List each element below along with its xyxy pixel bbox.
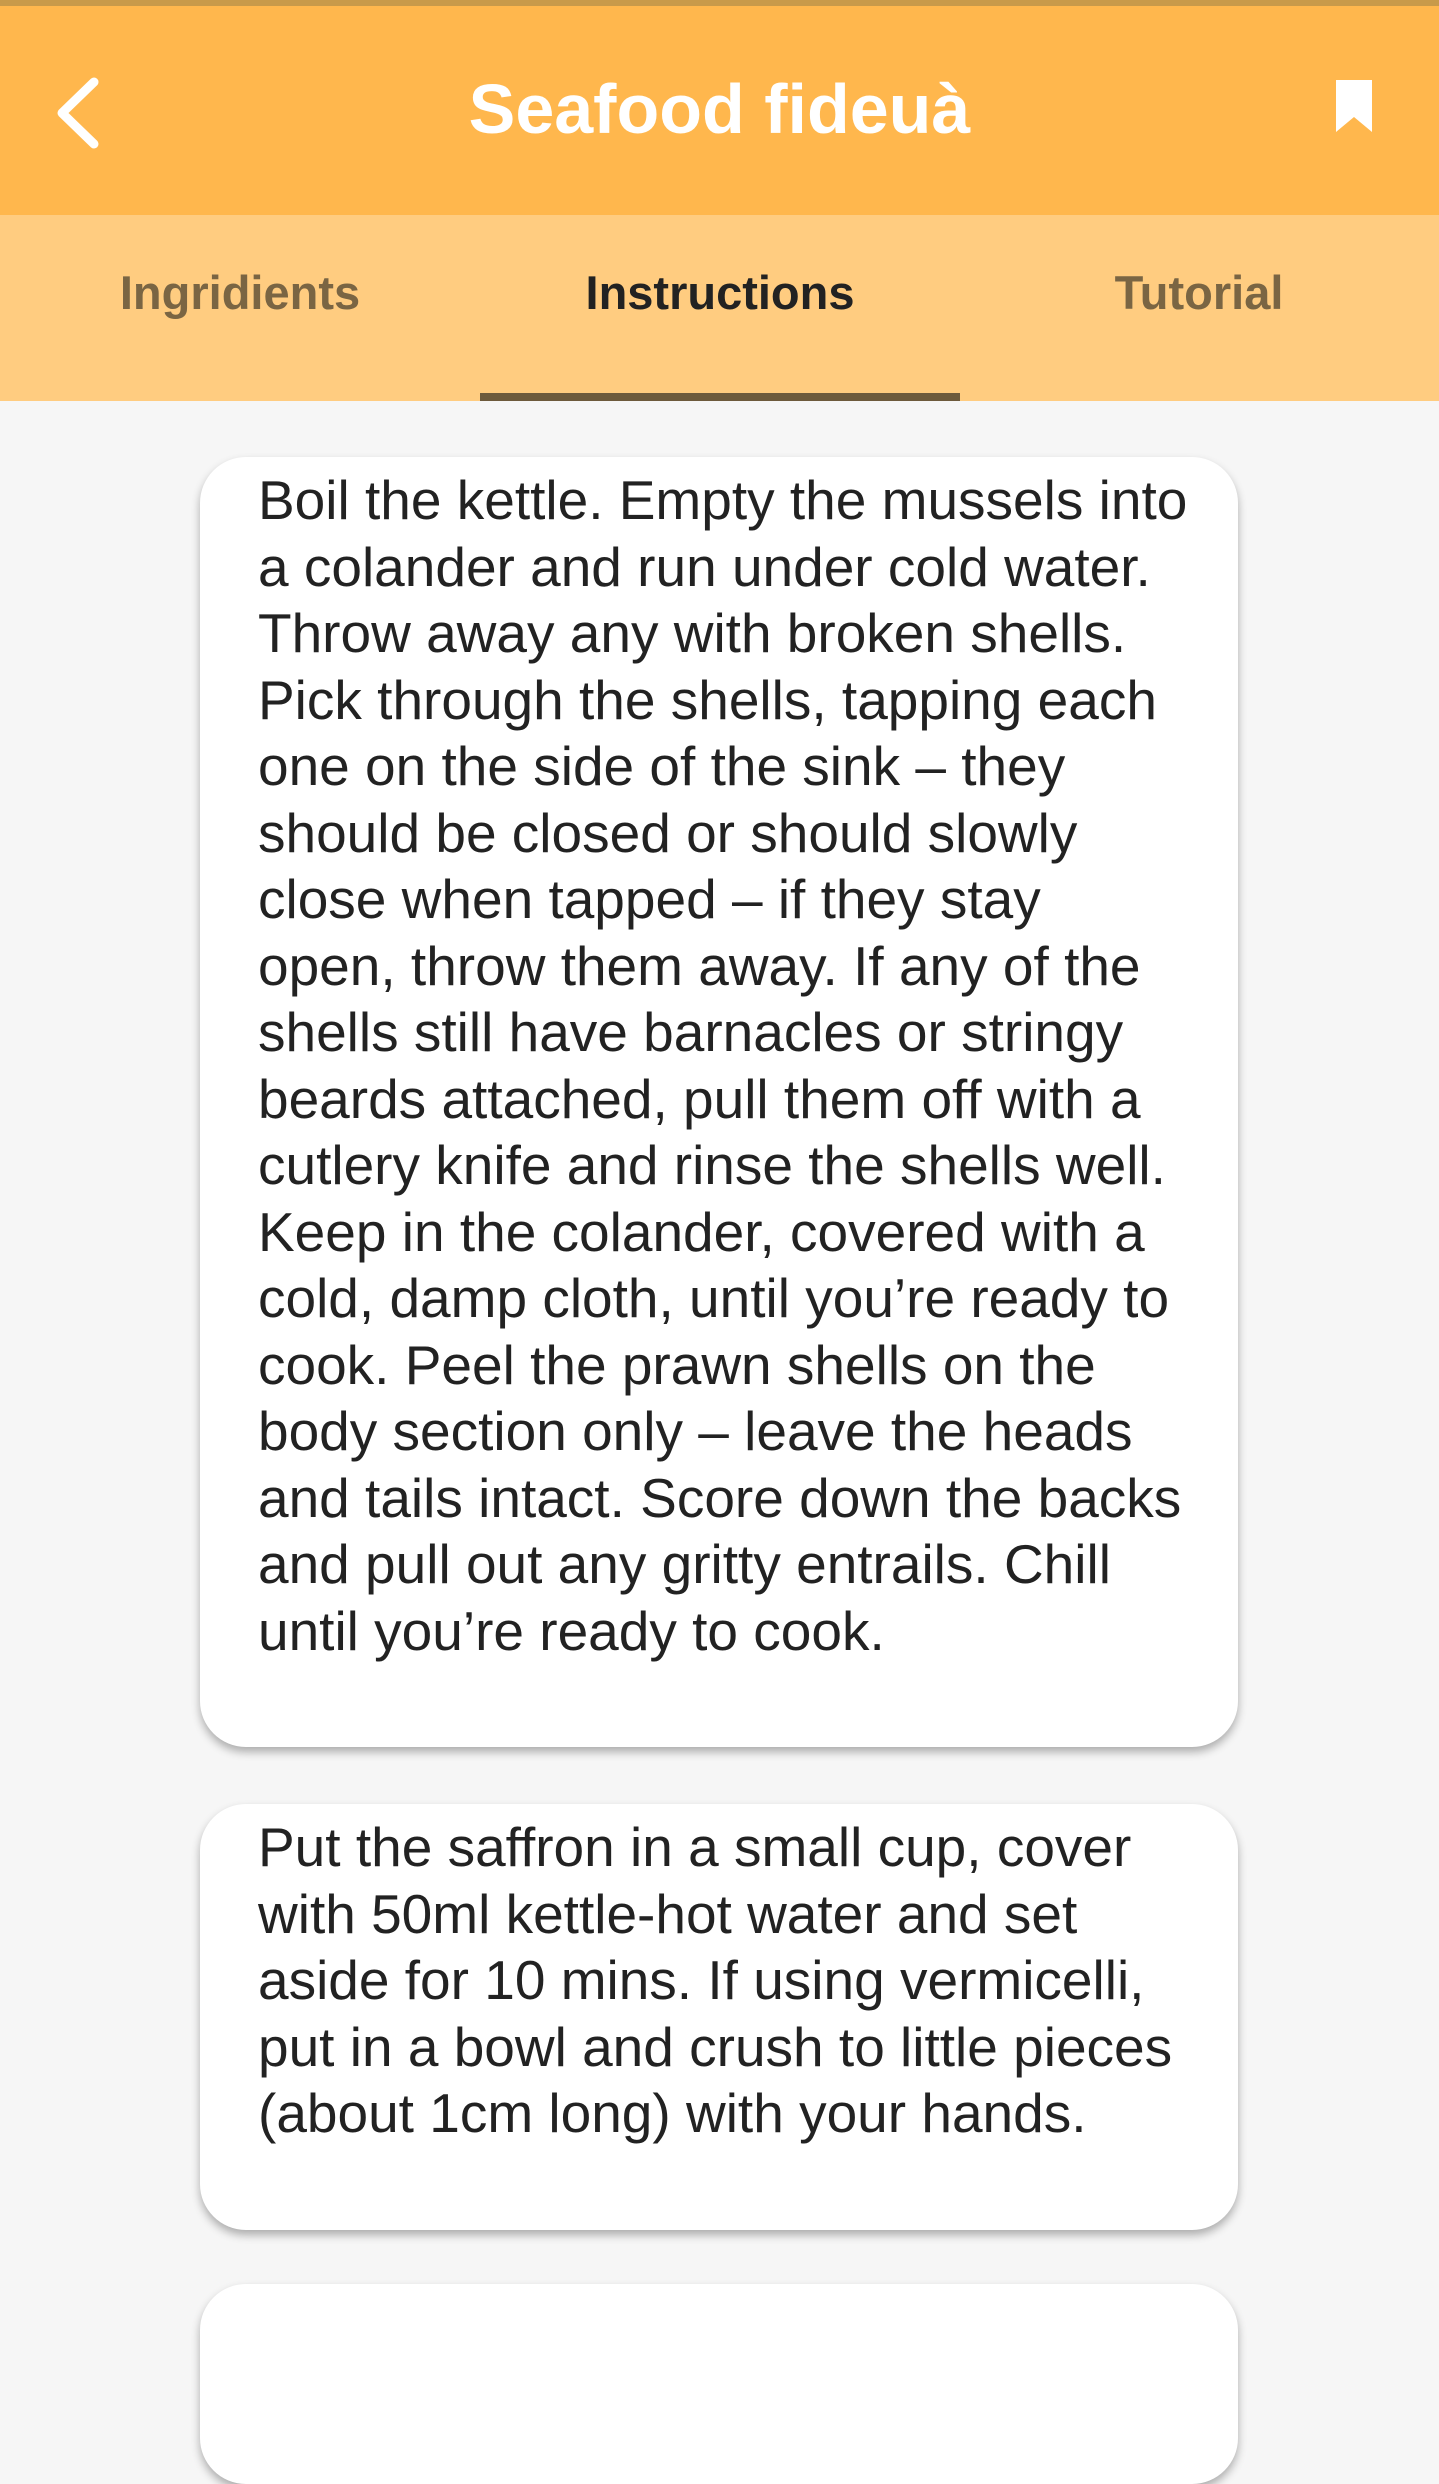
tab-bar: Ingridients Instructions Tutorial [0, 215, 1439, 401]
tab-ingredients-label: Ingridients [119, 266, 361, 319]
instruction-text: Put the saffron in a small cup, cover wi… [258, 1816, 1173, 2144]
tab-ingredients[interactable]: Ingridients [0, 215, 480, 401]
app-bar: Seafood fideuà [0, 6, 1439, 215]
instruction-text: Boil the kettle. Empty the mussels into … [258, 469, 1188, 1662]
bookmark-icon [1336, 80, 1372, 132]
instruction-card: Boil the kettle. Empty the mussels into … [200, 457, 1238, 1747]
instruction-card [200, 2284, 1238, 2484]
page-title: Seafood fideuà [468, 70, 971, 148]
tab-instructions[interactable]: Instructions [480, 215, 960, 401]
tab-tutorial-label: Tutorial [1114, 266, 1284, 319]
tab-instructions-label: Instructions [585, 266, 855, 319]
instruction-card: Put the saffron in a small cup, cover wi… [200, 1804, 1238, 2230]
tab-tutorial[interactable]: Tutorial [959, 215, 1439, 401]
active-tab-indicator [480, 393, 960, 401]
bookmark-button[interactable] [1316, 68, 1396, 148]
